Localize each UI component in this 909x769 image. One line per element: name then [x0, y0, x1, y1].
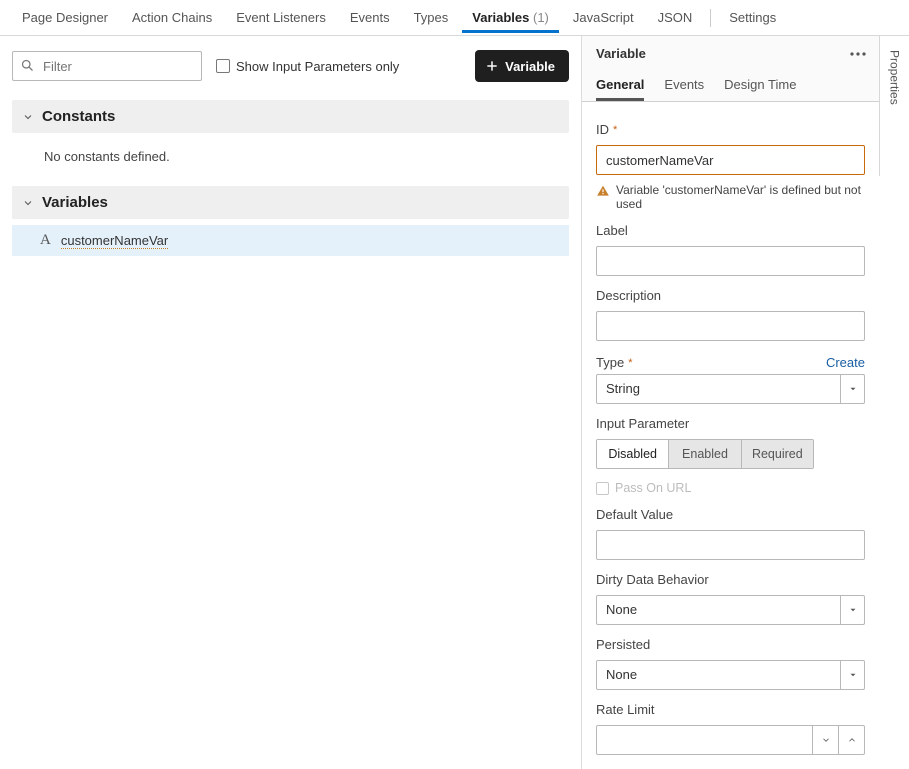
chevron-down-icon	[22, 111, 34, 123]
id-input[interactable]	[596, 145, 865, 175]
properties-title: Variable	[596, 46, 646, 61]
description-input[interactable]	[596, 311, 865, 341]
filter-input[interactable]	[12, 51, 202, 81]
chevron-up-icon	[847, 735, 857, 745]
search-icon	[20, 58, 35, 73]
id-warning-text: Variable 'customerNameVar' is defined bu…	[616, 183, 865, 211]
filter-wrap	[12, 51, 202, 81]
rate-limit-label: Rate Limit	[596, 702, 865, 717]
rate-limit-control[interactable]	[596, 725, 865, 755]
sub-tab-events[interactable]: Events	[664, 71, 704, 101]
type-select-caret	[840, 375, 864, 403]
persisted-value: None	[597, 661, 840, 689]
tab-action-chains[interactable]: Action Chains	[122, 2, 222, 33]
plus-icon	[485, 59, 499, 73]
chevron-down-icon	[22, 197, 34, 209]
more-options-button[interactable]	[849, 51, 867, 57]
chevron-down-icon	[821, 735, 831, 745]
input-param-enabled[interactable]: Enabled	[669, 440, 741, 468]
properties-sub-tabs: General Events Design Time	[582, 71, 879, 102]
persisted-label: Persisted	[596, 637, 865, 652]
type-select-value: String	[597, 375, 840, 403]
caret-down-icon	[848, 605, 858, 615]
type-label: Type*	[596, 355, 632, 370]
properties-vertical-label: Properties	[888, 50, 902, 105]
label-label: Label	[596, 223, 865, 238]
top-tabs: Page Designer Action Chains Event Listen…	[0, 0, 909, 36]
type-select[interactable]: String	[596, 374, 865, 404]
properties-header: Variable	[582, 36, 879, 71]
tab-event-listeners[interactable]: Event Listeners	[226, 2, 336, 33]
id-warning: Variable 'customerNameVar' is defined bu…	[596, 183, 865, 211]
warning-icon	[596, 184, 610, 198]
checkbox-icon	[216, 59, 230, 73]
left-toolbar: Show Input Parameters only Variable	[12, 50, 569, 82]
add-variable-button[interactable]: Variable	[475, 50, 569, 82]
variables-section-header[interactable]: Variables	[12, 186, 569, 219]
dirty-data-label: Dirty Data Behavior	[596, 572, 865, 587]
input-param-disabled[interactable]: Disabled	[597, 440, 669, 468]
create-type-link[interactable]: Create	[826, 355, 865, 370]
add-variable-label: Variable	[505, 59, 555, 74]
dirty-data-value: None	[597, 596, 840, 624]
constants-title: Constants	[42, 108, 115, 125]
label-input[interactable]	[596, 246, 865, 276]
pass-on-url-label: Pass On URL	[615, 481, 691, 495]
main-area: Show Input Parameters only Variable Cons…	[0, 36, 909, 769]
tab-variables[interactable]: Variables (1)	[462, 2, 559, 33]
sub-tab-design-time[interactable]: Design Time	[724, 71, 796, 101]
properties-pane: Variable General Events Design Time ID* …	[581, 36, 879, 769]
variable-name: customerNameVar	[61, 233, 168, 249]
input-param-required[interactable]: Required	[742, 440, 813, 468]
default-value-label: Default Value	[596, 507, 865, 522]
properties-vertical-tab[interactable]: Properties	[879, 36, 909, 176]
input-parameter-segmented: Disabled Enabled Required	[596, 439, 814, 469]
tab-types[interactable]: Types	[404, 2, 459, 33]
variables-list-pane: Show Input Parameters only Variable Cons…	[0, 36, 581, 769]
ellipsis-icon	[849, 51, 867, 57]
constants-section-header[interactable]: Constants	[12, 100, 569, 133]
tab-variables-count: (1)	[533, 10, 549, 25]
rate-limit-expand[interactable]	[812, 726, 838, 754]
rate-limit-value	[597, 726, 812, 754]
tab-separator	[710, 9, 711, 27]
properties-form: ID* Variable 'customerNameVar' is define…	[582, 102, 879, 769]
tab-json[interactable]: JSON	[648, 2, 703, 33]
default-value-input[interactable]	[596, 530, 865, 560]
caret-down-icon	[848, 670, 858, 680]
caret-down-icon	[848, 384, 858, 394]
show-input-params-label: Show Input Parameters only	[236, 59, 399, 74]
show-input-params-checkbox[interactable]: Show Input Parameters only	[216, 59, 399, 74]
constants-empty-message: No constants defined.	[12, 139, 569, 186]
input-parameter-label: Input Parameter	[596, 416, 865, 431]
variables-title: Variables	[42, 194, 108, 211]
pass-on-url-row: Pass On URL	[596, 481, 865, 495]
variable-row[interactable]: A customerNameVar	[12, 225, 569, 256]
dirty-data-caret	[840, 596, 864, 624]
tab-settings[interactable]: Settings	[719, 2, 786, 33]
tab-javascript[interactable]: JavaScript	[563, 2, 644, 33]
persisted-caret	[840, 661, 864, 689]
pass-on-url-checkbox	[596, 482, 609, 495]
dirty-data-select[interactable]: None	[596, 595, 865, 625]
tab-variables-label: Variables	[472, 10, 529, 25]
rate-limit-collapse[interactable]	[838, 726, 864, 754]
description-label: Description	[596, 288, 865, 303]
string-type-icon: A	[40, 232, 51, 249]
sub-tab-general[interactable]: General	[596, 71, 644, 101]
persisted-select[interactable]: None	[596, 660, 865, 690]
id-label: ID*	[596, 122, 865, 137]
tab-page-designer[interactable]: Page Designer	[12, 2, 118, 33]
tab-events[interactable]: Events	[340, 2, 400, 33]
